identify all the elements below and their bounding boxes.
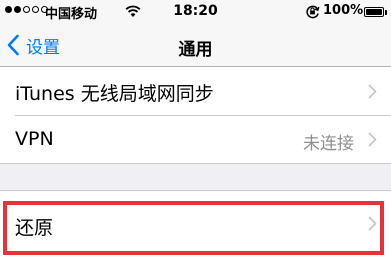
row-label: 还原	[15, 217, 54, 239]
row-label: VPN	[15, 128, 54, 150]
settings-group: iTunes 无线局域网同步 VPN 未连接	[0, 67, 391, 164]
settings-screen: 中国移动 18:20 100% 设置 通用 iTunes 无线局域网同步 VPN…	[0, 0, 391, 265]
battery-percentage: 100%	[323, 3, 364, 18]
status-bar: 中国移动 18:20 100%	[0, 0, 391, 24]
row-label: iTunes 无线局域网同步	[15, 83, 214, 105]
chevron-right-icon	[368, 132, 377, 147]
rotation-lock-icon	[305, 4, 320, 23]
chevron-right-icon	[368, 216, 377, 231]
navigation-bar: 设置 通用	[0, 24, 391, 67]
battery-icon	[364, 7, 384, 17]
itunes-wifi-sync-row[interactable]: iTunes 无线局域网同步	[0, 67, 391, 115]
reset-row[interactable]: 还原	[0, 191, 391, 265]
vpn-row[interactable]: VPN 未连接	[0, 116, 391, 163]
battery-tip	[385, 10, 387, 15]
settings-group: 还原	[0, 190, 391, 265]
battery-level-fill	[366, 9, 382, 15]
vpn-status-value: 未连接	[303, 134, 354, 154]
chevron-right-icon	[368, 84, 377, 99]
page-title: 通用	[178, 40, 213, 60]
